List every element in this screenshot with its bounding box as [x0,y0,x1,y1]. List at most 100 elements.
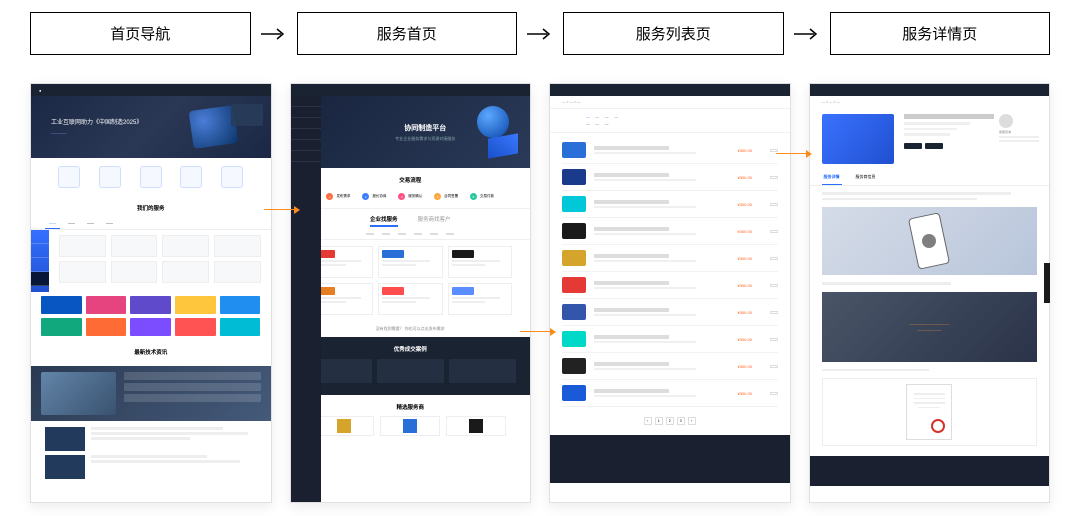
tab: —— [64,218,79,229]
flow-step-1: 首页导航 [30,12,251,55]
screenshot-service-list: — > — > — ———— ——— ¥300.00 ¥300.00 ¥300.… [549,83,791,503]
process-steps: 1发布需求 2报价协商 3服务确认 4合同签署 5交易付款 [291,189,531,208]
hero-title: 协同制造平台 [404,123,446,133]
list-item: ¥300.00 [562,353,778,380]
list-item: ¥300.00 [562,218,778,245]
media-grid [31,292,271,340]
connector-line [520,331,552,332]
service-list: ¥300.00 ¥300.00 ¥300.00 ¥300.00 ¥300.00 … [550,133,790,411]
contact-panel: 客服咨询 [999,114,1039,142]
list-item: ¥300.00 [562,299,778,326]
tab-active: 企业找服务 [370,215,398,227]
top-nav [550,84,790,96]
feature-icon [180,166,202,188]
top-nav [291,84,531,96]
sidebar [291,96,321,502]
step-label: 合同签署 [444,194,458,199]
logo: ● [39,88,41,93]
news-hero [31,366,271,421]
screenshot-homepage: ● 工业互联网助力《中国制造2025》 ———— 我们的服务 —— [30,83,272,503]
list-item: ¥300.00 [562,137,778,164]
cases-section: 优秀成交案例 [291,337,531,395]
price: ¥300.00 [738,391,762,396]
section-title: 交易流程 [291,168,531,189]
connector-line [776,153,808,154]
list-item: ¥300.00 [562,380,778,407]
price: ¥300.00 [738,310,762,315]
footer [550,435,790,483]
flow-step-2: 服务首页 [297,12,518,55]
price: ¥300.00 [738,364,762,369]
feature-icon [58,166,80,188]
services-grid [291,240,531,321]
top-nav [810,84,1050,96]
detail-tabs: 服务详情 服务商信息 [810,170,1050,186]
feature-icon [140,166,162,188]
filters: ———— ——— [550,109,790,133]
side-nav [31,230,49,292]
price: ¥300.00 [738,229,762,234]
preview-image [822,114,894,164]
price: ¥300.00 [738,256,762,261]
feature-icon [99,166,121,188]
seal-icon [931,419,945,433]
content-image [822,207,1038,275]
articles-list [31,421,271,489]
providers-row [291,416,531,442]
list-item: ¥300.00 [562,191,778,218]
step-label: 交易付款 [480,194,494,199]
section-title: 精选服务商 [291,395,531,416]
section-title: 最新技术资讯 [31,340,271,362]
notice-panel [231,104,263,126]
step-label: 报价协商 [372,194,386,199]
arrow-icon [792,27,822,41]
price: ¥300.00 [738,337,762,342]
section-title: 我们的服务 [31,196,271,218]
hero-subtitle: 专业企业服务需求与资源对接服务 [395,136,455,142]
service-title [904,114,995,119]
section-title: 优秀成交案例 [305,345,517,353]
feature-icons [31,158,271,196]
avatar [999,114,1013,128]
tab-detail: 服务详情 [822,170,842,185]
connector-line [264,209,296,210]
services-tabs: —— —— —— —— [31,218,271,230]
flow-step-4: 服务详情页 [830,12,1051,55]
step-label: 发布需求 [336,194,350,199]
flow-step-3: 服务列表页 [563,12,784,55]
price: ¥300.00 [738,148,762,153]
screenshot-service-home: 协同制造平台 专业企业服务需求与资源对接服务 交易流程 1发布需求 2报价协商 … [290,83,532,503]
top-nav: ● [31,84,271,96]
price: ¥300.00 [738,202,762,207]
hero-subtitle: ———— [51,130,142,135]
tab: —— [83,218,98,229]
hero-banner: 工业互联网助力《中国制造2025》 ———— [31,96,271,158]
screenshot-service-detail: — > — > — 客服咨询 服务详情 服务商信息 [809,83,1051,503]
flow-diagram: 首页导航 服务首页 服务列表页 服务详情页 [30,12,1050,55]
certificate-image [822,378,1038,446]
screens-row: ● 工业互联网助力《中国制造2025》 ———— 我们的服务 —— [30,83,1050,503]
pagination: ‹123› [550,411,790,431]
detail-content: ———————————————— [810,186,1050,456]
list-item: ¥300.00 [562,164,778,191]
side-handle [1044,263,1050,303]
banner-text: ———————————————— [909,321,949,332]
list-item: ¥300.00 [562,272,778,299]
contact-label: 客服咨询 [999,130,1039,134]
step-label: 服务确认 [408,194,422,199]
footer [810,456,1050,486]
breadcrumb: — > — > — [810,96,1050,108]
arrow-icon [259,27,289,41]
feature-icon [221,166,243,188]
tab: —— [102,218,117,229]
list-item: ¥300.00 [562,245,778,272]
hero-title: 工业互联网助力《中国制造2025》 [51,119,142,127]
hero-banner: 协同制造平台 专业企业服务需求与资源对接服务 [321,96,531,168]
price: ¥300.00 [738,283,762,288]
tab: 服务商找客户 [418,215,451,227]
list-item: ¥300.00 [562,326,778,353]
hero-graphic [468,106,518,156]
arrow-icon [525,27,555,41]
content-image: ———————————————— [822,292,1038,362]
tab-provider: 服务商信息 [854,170,878,185]
